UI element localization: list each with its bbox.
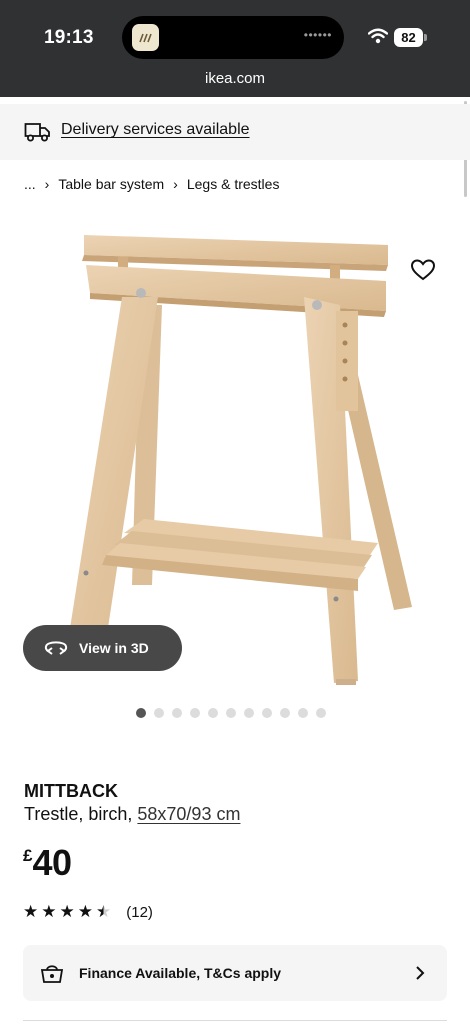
product-type: Trestle, birch, xyxy=(24,804,133,824)
battery-tip xyxy=(424,34,427,41)
island-activity-dots: •••••• xyxy=(303,28,332,42)
favourite-heart-button[interactable] xyxy=(410,258,436,287)
chevron-right-icon: › xyxy=(173,176,178,192)
pagination-dot[interactable] xyxy=(172,708,182,718)
pagination-dot[interactable] xyxy=(136,708,146,718)
pagination-dot[interactable] xyxy=(208,708,218,718)
battery-level: 82 xyxy=(401,30,416,45)
rotate-3d-icon xyxy=(44,641,68,655)
pagination-dot[interactable] xyxy=(154,708,164,718)
half-star-icon: ★ xyxy=(96,902,112,921)
finance-available-button[interactable]: Finance Available, T&Cs apply xyxy=(23,945,447,1001)
price-currency: £ xyxy=(23,846,33,865)
chevron-right-icon xyxy=(416,966,425,980)
product-price: £40 xyxy=(23,842,72,884)
breadcrumb-ellipsis[interactable]: ... xyxy=(24,176,36,192)
now-playing-app-icon xyxy=(132,24,159,51)
review-count[interactable]: (12) xyxy=(126,904,153,921)
delivery-services-link[interactable]: Delivery services available xyxy=(61,121,250,139)
product-name: MITTBACK xyxy=(24,781,118,801)
pagination-dot[interactable] xyxy=(298,708,308,718)
divider xyxy=(23,1020,447,1021)
product-description: Trestle, birch, 58x70/93 cm xyxy=(24,804,240,825)
pagination-dot[interactable] xyxy=(262,708,272,718)
product-rating[interactable]: ★ ★ ★ ★ ★ (12) xyxy=(23,902,153,922)
star-icon: ★ xyxy=(77,902,93,921)
delivery-banner[interactable]: Delivery services available xyxy=(0,104,470,160)
view-in-3d-button[interactable]: View in 3D xyxy=(23,625,182,671)
finance-basket-icon xyxy=(40,965,64,983)
star-icon: ★ xyxy=(41,902,57,921)
star-icon: ★ xyxy=(59,902,75,921)
battery-indicator: 82 xyxy=(394,28,423,47)
wifi-icon xyxy=(367,28,389,49)
pagination-dot[interactable] xyxy=(244,708,254,718)
view-in-3d-label: View in 3D xyxy=(79,640,149,656)
pagination-dot[interactable] xyxy=(280,708,290,718)
address-bar-url[interactable]: ikea.com xyxy=(0,70,470,87)
status-time: 19:13 xyxy=(44,27,94,48)
breadcrumb: ... › Table bar system › Legs & trestles xyxy=(24,176,279,192)
price-amount: 40 xyxy=(32,842,72,883)
star-icon: ★ xyxy=(23,902,39,921)
pagination-dot[interactable] xyxy=(226,708,236,718)
breadcrumb-item-table-bar-system[interactable]: Table bar system xyxy=(58,176,164,192)
pagination-dot[interactable] xyxy=(190,708,200,718)
product-size-link[interactable]: 58x70/93 cm xyxy=(137,804,240,824)
dynamic-island: •••••• xyxy=(122,16,344,59)
chevron-right-icon: › xyxy=(44,176,50,192)
browser-chrome: 19:13 •••••• 82 ikea.com xyxy=(0,0,470,97)
heart-icon xyxy=(410,259,436,281)
truck-icon xyxy=(24,121,51,148)
image-pagination xyxy=(136,708,326,718)
pagination-dot[interactable] xyxy=(316,708,326,718)
breadcrumb-item-legs-trestles[interactable]: Legs & trestles xyxy=(187,176,280,192)
finance-label: Finance Available, T&Cs apply xyxy=(79,965,282,981)
